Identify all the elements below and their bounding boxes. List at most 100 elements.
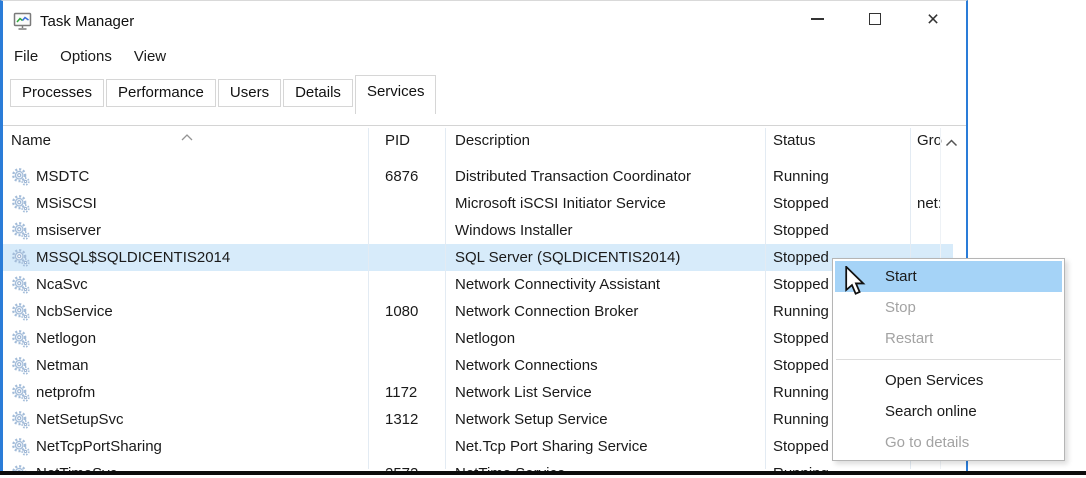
tab-users[interactable]: Users: [218, 79, 281, 107]
service-pid: 1080: [385, 298, 418, 325]
tab-performance[interactable]: Performance: [106, 79, 216, 107]
service-pid: 1172: [385, 379, 417, 406]
service-status: Running: [773, 298, 829, 325]
service-status: Running: [773, 379, 829, 406]
column-header-status[interactable]: Status: [773, 132, 816, 149]
service-description: Network Setup Service: [455, 406, 608, 433]
service-gear-icon: [12, 384, 30, 402]
service-description: Network List Service: [455, 379, 592, 406]
service-name: Netman: [36, 352, 89, 379]
table-row[interactable]: MSiSCSI Microsoft iSCSI Initiator Service…: [3, 190, 953, 217]
task-manager-app-icon: [13, 12, 33, 31]
service-name: MSDTC: [36, 163, 89, 190]
service-status: Stopped: [773, 433, 829, 460]
service-name: NetTcpPortSharing: [36, 433, 162, 460]
context-menu-item-open-services[interactable]: Open Services: [835, 365, 1062, 396]
service-group: net:: [917, 190, 953, 217]
table-row[interactable]: Netman Network Connections Stopped: [3, 352, 953, 379]
context-menu-item-restart[interactable]: Restart: [835, 323, 1062, 354]
service-description: Network Connections: [455, 352, 598, 379]
window-title: Task Manager: [40, 13, 134, 30]
service-gear-icon: [12, 357, 30, 375]
service-name: MSiSCSI: [36, 190, 97, 217]
service-status: Stopped: [773, 217, 829, 244]
service-status: Stopped: [773, 325, 829, 352]
title-bar: Task Manager ×: [3, 1, 966, 45]
service-name: Netlogon: [36, 325, 96, 352]
task-manager-window: Task Manager × File Options View Processes…: [0, 0, 968, 472]
service-description: Network Connection Broker: [455, 298, 638, 325]
close-button[interactable]: ×: [904, 1, 962, 37]
service-status: Stopped: [773, 271, 829, 298]
screenshot-crop-line: [0, 471, 1086, 475]
service-name: NetSetupSvc: [36, 406, 124, 433]
service-gear-icon: [12, 303, 30, 321]
service-description: Windows Installer: [455, 217, 573, 244]
service-description: Distributed Transaction Coordinator: [455, 163, 691, 190]
column-header-description[interactable]: Description: [455, 132, 530, 149]
sort-ascending-icon: [181, 128, 193, 146]
context-menu-item-search-online[interactable]: Search online: [835, 396, 1062, 427]
service-description: Netlogon: [455, 325, 515, 352]
context-menu-item-start[interactable]: Start: [835, 261, 1062, 292]
column-header-name[interactable]: Name: [11, 132, 51, 149]
service-status: Stopped: [773, 244, 829, 271]
minimize-button[interactable]: [788, 1, 846, 37]
menu-view[interactable]: View: [134, 48, 166, 65]
service-gear-icon: [12, 249, 30, 267]
service-gear-icon: [12, 168, 30, 186]
column-header-group[interactable]: Gro: [917, 132, 942, 149]
context-menu: StartStopRestart Open ServicesSearch onli…: [832, 258, 1065, 461]
service-description: SQL Server (SQLDICENTIS2014): [455, 244, 680, 271]
table-row[interactable]: NetTcpPortSharing Net.Tcp Port Sharing Se…: [3, 433, 953, 460]
maximize-button[interactable]: [846, 1, 904, 37]
table-row[interactable]: MSSQL$SQLDICENTIS2014 SQL Server (SQLDICE…: [3, 244, 953, 271]
service-status: Stopped: [773, 190, 829, 217]
service-name: msiserver: [36, 217, 101, 244]
table-row[interactable]: NetSetupSvc1312Network Setup ServiceRunn…: [3, 406, 953, 433]
service-gear-icon: [12, 276, 30, 294]
menu-bar: File Options View: [3, 48, 177, 72]
tab-strip: ProcessesPerformanceUsersDetailsServices: [10, 75, 438, 117]
table-row[interactable]: netprofm 1172 Network List Service Running: [3, 379, 953, 406]
service-pid: 6876: [385, 163, 418, 190]
tab-processes[interactable]: Processes: [10, 79, 104, 107]
menu-options[interactable]: Options: [60, 48, 112, 65]
tab-details[interactable]: Details: [283, 79, 353, 107]
table-row[interactable]: msiserver Windows Installer Stopped: [3, 217, 953, 244]
close-icon: ×: [927, 9, 939, 30]
minimize-icon: [811, 18, 824, 20]
window-controls: ×: [788, 1, 962, 37]
table-row[interactable]: MSDTC 6876 Distributed Transaction Coordin…: [3, 163, 953, 190]
context-menu-item-go-to-details[interactable]: Go to details: [835, 427, 1062, 458]
service-name: NcbService: [36, 298, 113, 325]
service-description: Microsoft iSCSI Initiator Service: [455, 190, 666, 217]
service-name: NcaSvc: [36, 271, 88, 298]
menu-separator: [836, 359, 1061, 360]
service-group: [917, 163, 953, 190]
service-gear-icon: [12, 222, 30, 240]
service-status: Running: [773, 163, 829, 190]
table-row[interactable]: NcbService 1080 Network Connection Broker R…: [3, 298, 953, 325]
service-gear-icon: [12, 195, 30, 213]
service-description: Network Connectivity Assistant: [455, 271, 660, 298]
scrollbar-up-icon[interactable]: [945, 134, 958, 152]
table-row[interactable]: NcaSvc Network Connectivity Assistant Stop…: [3, 271, 953, 298]
service-name: netprofm: [36, 379, 95, 406]
content-divider: [3, 125, 966, 126]
service-status: Running: [773, 406, 829, 433]
table-row[interactable]: Netlogon Netlogon Stopped: [3, 325, 953, 352]
tab-services[interactable]: Services: [355, 75, 437, 114]
service-name: MSSQL$SQLDICENTIS2014: [36, 244, 230, 271]
service-gear-icon: [12, 411, 30, 429]
service-group: [917, 217, 953, 244]
services-table: MSDTC 6876 Distributed Transaction Coordin…: [3, 163, 953, 472]
column-header-pid[interactable]: PID: [385, 132, 410, 149]
service-gear-icon: [12, 438, 30, 456]
service-description: Net.Tcp Port Sharing Service: [455, 433, 648, 460]
menu-file[interactable]: File: [14, 48, 38, 65]
maximize-icon: [869, 13, 881, 25]
context-menu-item-stop[interactable]: Stop: [835, 292, 1062, 323]
service-status: Stopped: [773, 352, 829, 379]
service-gear-icon: [12, 330, 30, 348]
